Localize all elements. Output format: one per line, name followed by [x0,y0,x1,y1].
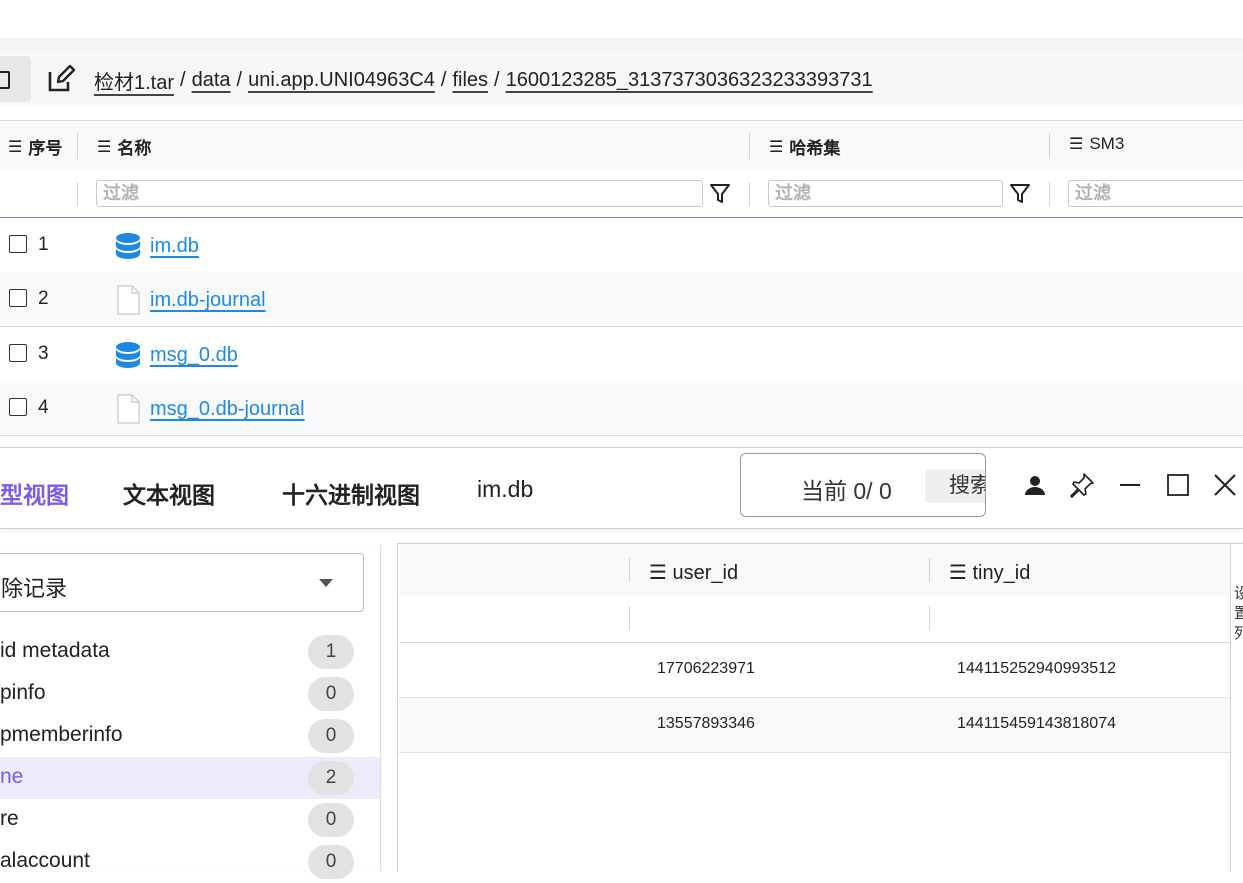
list-item[interactable]: pinfo 0 [0,673,380,715]
list-icon: ☰ [769,138,784,156]
data-grid-header: ☰ user_id ☰ tiny_id [399,544,1231,597]
list-icon: ☰ [949,562,973,584]
breadcrumb-item[interactable]: 1600123285_3137373036323233393731 [506,69,873,92]
list-icon: ☰ [649,562,673,584]
count-badge: 0 [308,677,354,711]
list-icon: ☰ [1069,136,1084,153]
count-badge: 1 [308,635,354,669]
row-index: 1 [38,234,49,255]
table-row[interactable]: 13557893346 144115459143818074 [399,698,1231,753]
search-button[interactable]: 搜索 [925,469,985,503]
tab-text-view[interactable]: 文本视图 [123,476,215,510]
row-checkbox[interactable] [9,344,27,362]
select-value: 除记录 [1,576,68,601]
list-item[interactable]: pmemberinfo 0 [0,715,380,757]
data-grid: ☰ user_id ☰ tiny_id 17706223971 14411525… [397,543,1243,872]
database-icon [116,342,140,368]
count-badge: 2 [308,761,354,795]
count-badge: 0 [308,719,354,753]
file-icon [117,285,140,315]
column-settings-tab[interactable]: 设置列 [1234,584,1243,644]
file-name-link[interactable]: im.db-journal [150,289,266,312]
file-name-link[interactable]: msg_0.db-journal [150,398,305,421]
file-table-header: ☰ 序号 ☰ 名称 ☰ 哈希集 ☰ SM3 [0,120,1243,171]
table-row[interactable]: 3 msg_0.db [0,327,1243,382]
row-checkbox[interactable] [9,398,27,416]
breadcrumb-item[interactable]: data [192,69,231,92]
column-header-sm3[interactable]: ☰ SM3 [1069,134,1124,154]
chevron-down-icon [319,579,333,587]
tab-structure-view[interactable]: 型视图 [0,476,69,510]
list-item[interactable]: re 0 [0,799,380,841]
breadcrumb: 检材1.tar / data / uni.app.UNI04963C4 / fi… [94,66,873,94]
search-status: 当前 0/ 0 [801,478,892,504]
table-row[interactable]: 2 im.db-journal [0,272,1243,327]
row-checkbox[interactable] [9,289,27,307]
row-index: 4 [38,397,49,418]
user-icon[interactable] [1020,470,1050,500]
hashset-filter-input[interactable]: 过滤 [768,180,1003,207]
maximize-icon[interactable] [1163,470,1193,500]
row-checkbox[interactable] [9,235,27,253]
column-header-tiny-id[interactable]: ☰ tiny_id [949,560,1030,585]
filter-icon[interactable] [1009,182,1031,206]
column-header-user-id[interactable]: ☰ user_id [649,560,738,585]
table-row[interactable]: 4 msg_0.db-journal [0,381,1243,436]
list-item[interactable]: id metadata 1 [0,631,380,673]
tab-hex-view[interactable]: 十六进制视图 [282,476,420,510]
column-header-name[interactable]: ☰ 名称 [97,134,151,159]
sm3-filter-input[interactable]: 过滤 [1068,180,1243,207]
pin-icon[interactable] [1067,470,1097,500]
list-icon: ☰ [8,138,23,156]
file-name-link[interactable]: msg_0.db [150,344,238,367]
name-filter-input[interactable]: 过滤 [96,180,703,207]
filter-icon[interactable] [709,182,731,206]
edit-icon[interactable] [46,64,76,94]
column-header-index[interactable]: ☰ 序号 [8,134,62,159]
toggle-panel-button[interactable] [0,56,31,102]
close-icon[interactable] [1210,470,1240,500]
table-row[interactable]: 1 im.db [0,218,1243,273]
row-index: 2 [38,288,49,309]
row-index: 3 [38,343,49,364]
minimize-icon[interactable] [1115,470,1145,500]
list-item[interactable]: alaccount 0 [0,841,380,883]
file-icon [117,394,140,424]
breadcrumb-item[interactable]: 检材1.tar [94,66,174,95]
list-item[interactable]: ne 2 [0,757,380,799]
search-box[interactable]: 当前 0/ 0 搜索 [740,453,986,517]
list-icon: ☰ [97,138,112,156]
viewer-title: im.db [477,476,534,502]
table-list-pane: 除记录 id metadata 1 pinfo 0 pmemberinfo 0 … [0,545,381,879]
file-name-link[interactable]: im.db [150,235,199,258]
top-gap [0,38,1243,50]
breadcrumb-item[interactable]: uni.app.UNI04963C4 [248,69,435,92]
viewer-header: 型视图 文本视图 十六进制视图 im.db 当前 0/ 0 搜索 [0,447,1243,529]
breadcrumb-item[interactable]: files [452,69,488,92]
column-header-hashset[interactable]: ☰ 哈希集 [769,134,840,159]
data-grid-filter-row [399,596,1231,643]
database-icon [116,233,140,259]
count-badge: 0 [308,803,354,837]
count-badge: 0 [308,845,354,879]
table-row[interactable]: 17706223971 144115252940993512 [399,643,1231,698]
filter-row: 过滤 过滤 过滤 [0,170,1243,218]
record-type-select[interactable]: 除记录 [0,553,364,612]
